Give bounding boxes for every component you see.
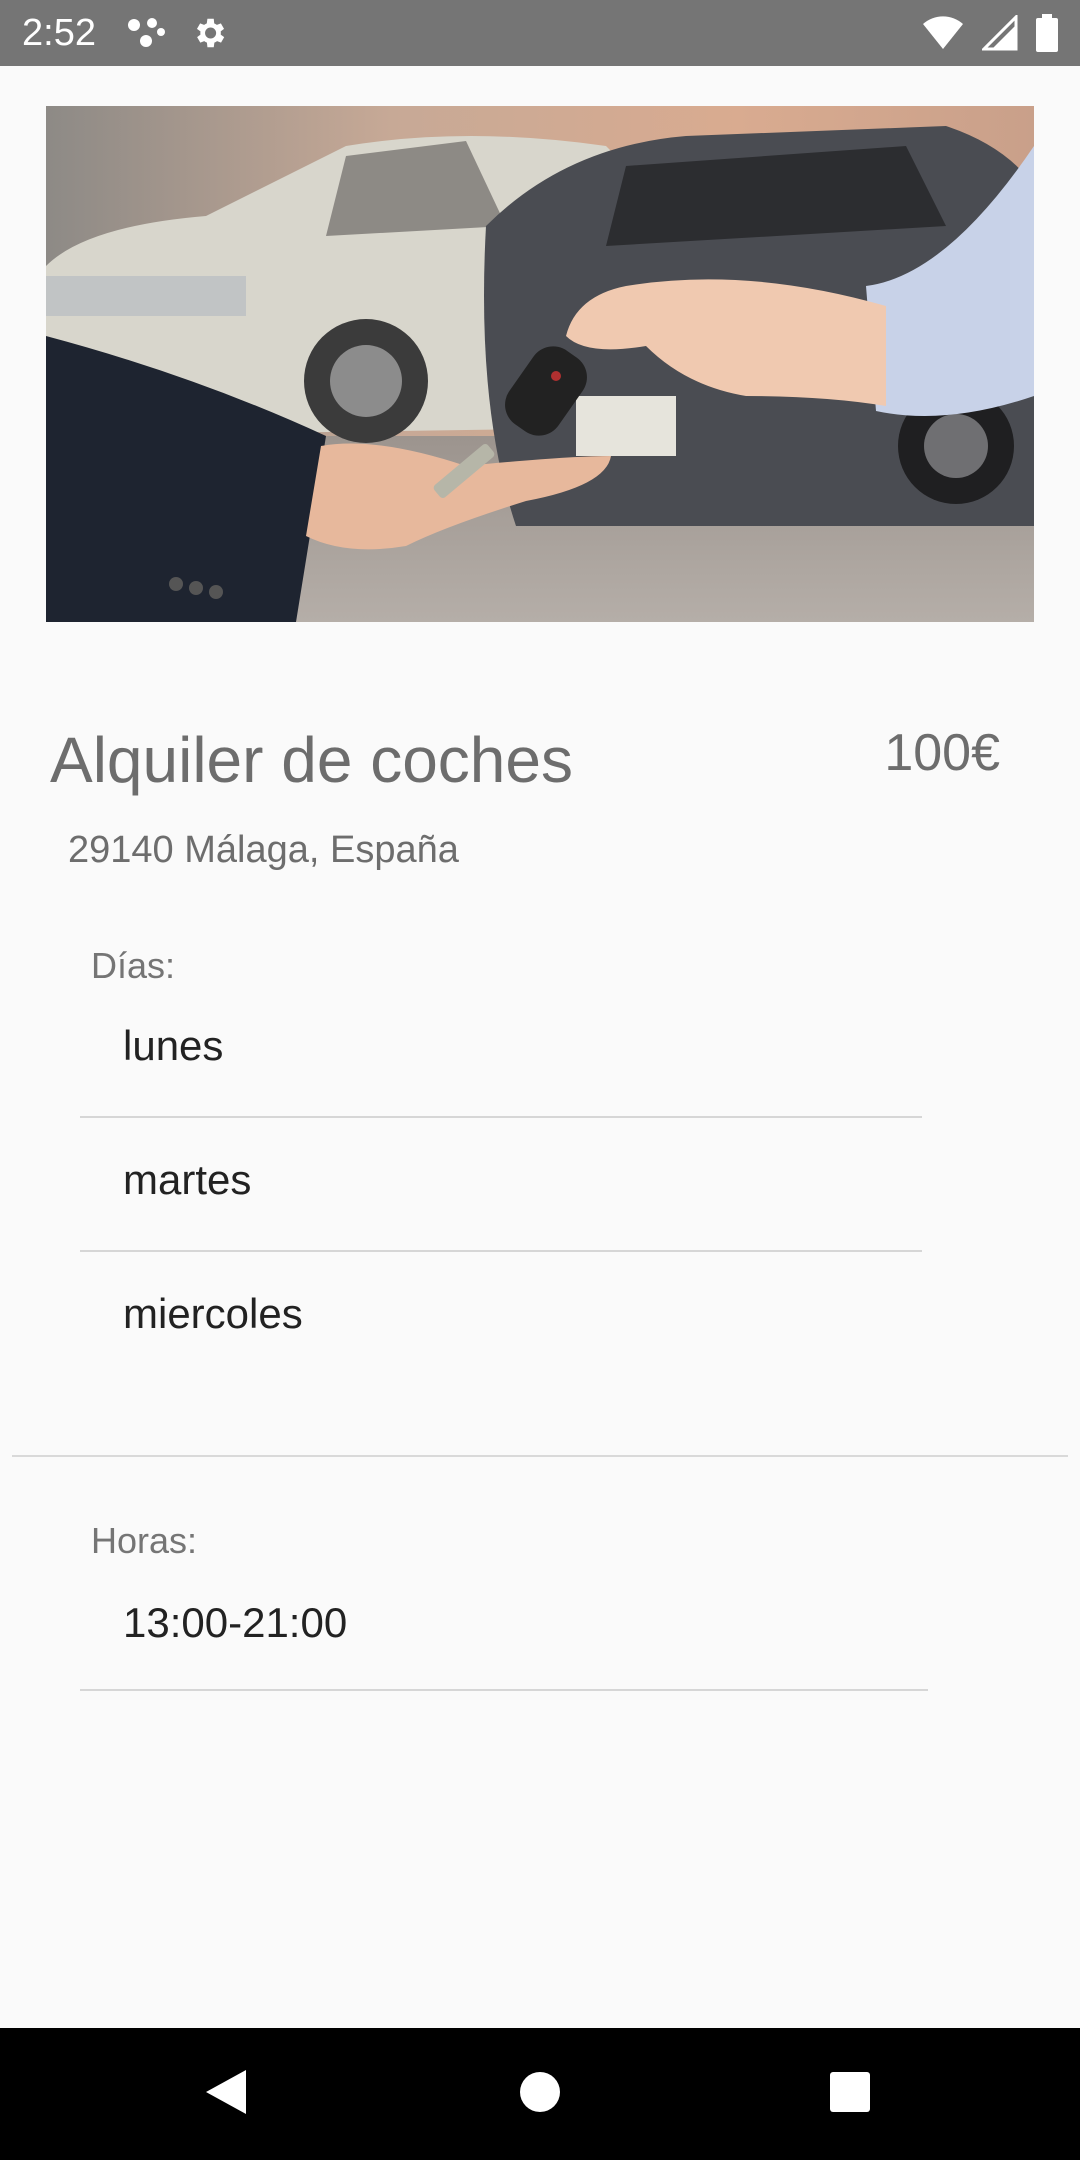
- signal-icon: [982, 15, 1018, 51]
- navigation-bar: [0, 2028, 1080, 2160]
- list-item[interactable]: martes: [80, 1118, 922, 1252]
- status-bar: 2:52: [0, 0, 1080, 66]
- home-button[interactable]: [512, 2066, 568, 2122]
- gear-icon: [190, 14, 228, 52]
- days-list: lunes martes miercoles: [80, 984, 922, 1386]
- listing-title: Alquiler de coches: [50, 724, 573, 796]
- list-item[interactable]: 13:00-21:00: [80, 1555, 928, 1691]
- listing-address: 29140 Málaga, España: [68, 829, 459, 871]
- recents-icon: [829, 2071, 871, 2118]
- status-right-icons: [922, 14, 1058, 52]
- day-label: miercoles: [123, 1290, 303, 1337]
- screen: 2:52 Alquiler de coches 100€ 29140 Málag…: [0, 0, 1080, 2160]
- section-divider: [12, 1455, 1068, 1457]
- wifi-icon: [922, 15, 964, 51]
- home-icon: [518, 2070, 562, 2119]
- hours-value: 13:00-21:00: [123, 1599, 348, 1646]
- day-label: lunes: [123, 1022, 224, 1069]
- days-label: Días:: [91, 945, 176, 986]
- car-keys-handover-photo: [46, 106, 1034, 622]
- list-item[interactable]: lunes: [80, 984, 922, 1118]
- day-label: martes: [123, 1156, 252, 1203]
- battery-icon: [1036, 14, 1058, 52]
- back-button[interactable]: [198, 2066, 254, 2122]
- status-left-icons: [126, 14, 228, 52]
- hero-image: [46, 106, 1034, 622]
- listing-price: 100€: [884, 724, 1000, 782]
- back-icon: [204, 2068, 248, 2121]
- recents-button[interactable]: [822, 2066, 878, 2122]
- status-time: 2:52: [22, 12, 96, 54]
- network-nodes-icon: [126, 15, 166, 51]
- list-item[interactable]: miercoles: [80, 1252, 922, 1386]
